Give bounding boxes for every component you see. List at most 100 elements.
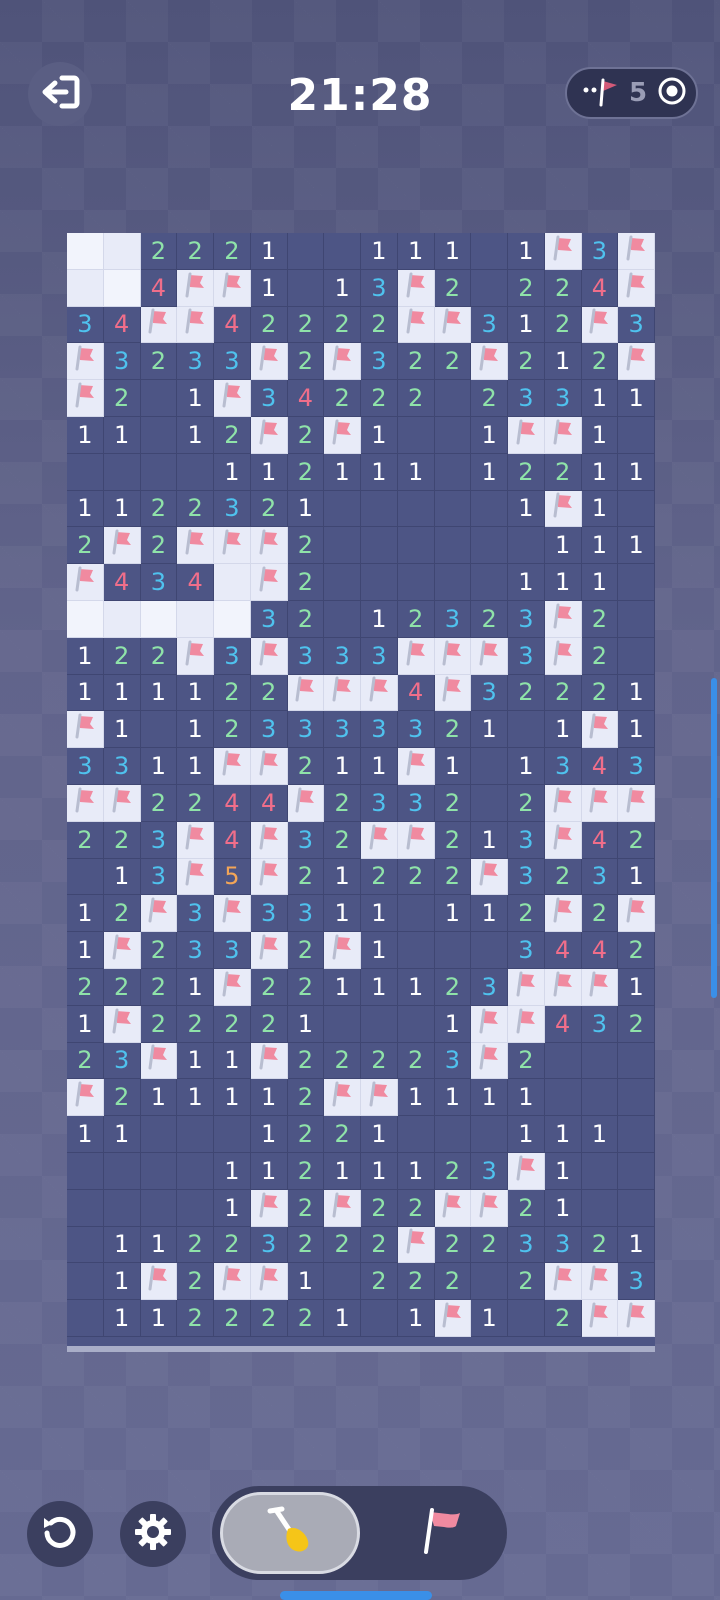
flagged-cell[interactable] [544,968,582,1006]
number-cell[interactable]: 1 [67,1116,104,1153]
number-cell[interactable]: 1 [140,674,178,712]
number-cell[interactable]: 1 [544,711,582,749]
number-cell[interactable]: 2 [103,1079,141,1117]
number-cell[interactable]: 1 [103,674,141,712]
flagged-cell[interactable] [618,784,655,822]
flagged-cell[interactable] [324,674,361,712]
number-cell[interactable]: 2 [397,343,435,381]
number-cell[interactable]: 1 [434,1079,472,1117]
number-cell[interactable]: 1 [618,527,655,565]
flagged-cell[interactable] [287,674,325,712]
number-cell[interactable]: 2 [361,1189,398,1227]
number-cell[interactable]: 3 [361,343,398,381]
number-cell[interactable]: 1 [103,711,141,749]
number-cell[interactable]: 1 [67,932,104,969]
empty-cell[interactable] [618,564,655,601]
flagged-cell[interactable] [508,1152,545,1190]
number-cell[interactable]: 2 [177,490,214,528]
number-cell[interactable]: 3 [324,637,361,675]
number-cell[interactable]: 1 [544,1189,582,1227]
empty-cell[interactable] [67,1300,104,1337]
number-cell[interactable]: 1 [177,1079,214,1117]
number-cell[interactable]: 2 [397,380,435,417]
number-cell[interactable]: 3 [471,1152,508,1190]
number-cell[interactable]: 1 [434,748,472,785]
number-cell[interactable]: 2 [287,858,325,896]
number-cell[interactable]: 3 [508,821,545,859]
number-cell[interactable]: 4 [287,380,325,417]
number-cell[interactable]: 3 [397,711,435,749]
number-cell[interactable]: 2 [287,968,325,1006]
flagged-cell[interactable] [214,748,251,785]
empty-cell[interactable] [471,233,508,270]
number-cell[interactable]: 4 [214,821,251,859]
number-cell[interactable]: 1 [544,343,582,381]
number-cell[interactable]: 2 [434,784,472,822]
number-cell[interactable]: 1 [324,968,361,1006]
empty-cell[interactable] [67,453,104,491]
empty-cell[interactable] [397,932,435,969]
number-cell[interactable]: 2 [177,1263,214,1301]
number-cell[interactable]: 1 [324,858,361,896]
empty-cell[interactable] [177,453,214,491]
number-cell[interactable]: 2 [287,306,325,344]
number-cell[interactable]: 1 [581,416,619,454]
number-cell[interactable]: 2 [508,343,545,381]
number-cell[interactable]: 3 [361,637,398,675]
number-cell[interactable]: 2 [287,527,325,565]
number-cell[interactable]: 1 [508,233,545,270]
number-cell[interactable]: 1 [140,1226,178,1264]
number-cell[interactable]: 2 [250,490,288,528]
number-cell[interactable]: 2 [287,932,325,969]
number-cell[interactable]: 1 [471,1300,508,1337]
number-cell[interactable]: 1 [177,968,214,1006]
flagged-cell[interactable] [397,1226,435,1264]
number-cell[interactable]: 1 [324,1300,361,1337]
flagged-cell[interactable] [581,1300,619,1337]
number-cell[interactable]: 1 [361,895,398,933]
number-cell[interactable]: 3 [287,637,325,675]
empty-cell[interactable] [397,1005,435,1043]
flagged-cell[interactable] [67,343,104,381]
number-cell[interactable]: 2 [544,306,582,344]
number-cell[interactable]: 2 [471,1226,508,1264]
empty-cell[interactable] [324,600,361,638]
number-cell[interactable]: 1 [434,1005,472,1043]
number-cell[interactable]: 2 [581,1226,619,1264]
flagged-cell[interactable] [544,637,582,675]
empty-cell[interactable] [508,527,545,565]
number-cell[interactable]: 2 [250,1005,288,1043]
empty-cell[interactable] [287,233,325,270]
number-cell[interactable]: 2 [177,784,214,822]
number-cell[interactable]: 2 [434,968,472,1006]
number-cell[interactable]: 1 [250,1152,288,1190]
flagged-cell[interactable] [361,1079,398,1117]
flagged-cell[interactable] [250,343,288,381]
number-cell[interactable]: 3 [508,380,545,417]
number-cell[interactable]: 2 [508,895,545,933]
number-cell[interactable]: 1 [67,1005,104,1043]
empty-cell[interactable] [434,527,472,565]
number-cell[interactable]: 2 [67,821,104,859]
covered-cell[interactable] [214,564,251,601]
empty-cell[interactable] [67,1152,104,1190]
number-cell[interactable]: 2 [508,784,545,822]
empty-cell[interactable] [618,490,655,528]
number-cell[interactable]: 2 [140,490,178,528]
flagged-cell[interactable] [361,674,398,712]
number-cell[interactable]: 2 [103,968,141,1006]
empty-cell[interactable] [140,416,178,454]
number-cell[interactable]: 2 [177,233,214,270]
number-cell[interactable]: 2 [287,564,325,601]
empty-cell[interactable] [471,1263,508,1301]
empty-cell[interactable] [214,1116,251,1153]
number-cell[interactable]: 1 [177,711,214,749]
number-cell[interactable]: 1 [471,416,508,454]
number-cell[interactable]: 2 [581,600,619,638]
flagged-cell[interactable] [214,968,251,1006]
flag-mode-button[interactable] [392,1492,492,1574]
covered-cell[interactable] [67,269,104,307]
number-cell[interactable]: 1 [361,453,398,491]
number-cell[interactable]: 2 [214,416,251,454]
number-cell[interactable]: 2 [324,380,361,417]
